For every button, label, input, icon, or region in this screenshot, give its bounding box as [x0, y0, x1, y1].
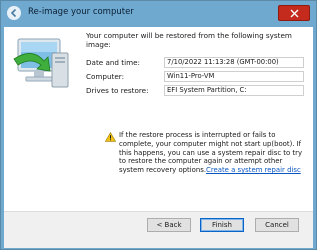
reimage-window: Re-image your computer Your computer wil… — [0, 0, 317, 250]
close-button[interactable] — [278, 5, 310, 21]
detail-value: Win11-Pro-VM — [164, 71, 304, 82]
title-bar: Re-image your computer — [1, 1, 316, 27]
back-button[interactable]: < Back — [147, 218, 191, 232]
window-title: Re-image your computer — [28, 7, 134, 17]
cancel-button[interactable]: Cancel — [255, 218, 299, 232]
warning-message: If the restore process is interrupted or… — [119, 131, 309, 175]
restore-computer-icon — [13, 38, 69, 88]
finish-button[interactable]: Finish — [200, 218, 244, 232]
warning-icon — [105, 132, 116, 142]
detail-label: Date and time: — [86, 58, 140, 67]
detail-row-computer: Computer: Win11-Pro-VM — [86, 71, 306, 82]
detail-label: Drives to restore: — [86, 86, 149, 95]
create-repair-disc-link[interactable]: Create a system repair disc — [206, 166, 301, 174]
detail-row-date: Date and time: 7/10/2022 11:13:28 (GMT-0… — [86, 57, 306, 68]
detail-label: Computer: — [86, 72, 125, 81]
detail-value: EFI System Partition, C: — [164, 85, 304, 96]
detail-row-drives: Drives to restore: EFI System Partition,… — [86, 85, 306, 96]
close-icon — [290, 9, 298, 17]
back-arrow-icon[interactable] — [7, 6, 21, 20]
intro-text: Your computer will be restored from the … — [86, 31, 292, 49]
detail-value: 7/10/2022 11:13:28 (GMT-00:00) — [164, 57, 304, 68]
content-panel: Your computer will be restored from the … — [4, 27, 313, 227]
details-list: Date and time: 7/10/2022 11:13:28 (GMT-0… — [86, 57, 306, 97]
